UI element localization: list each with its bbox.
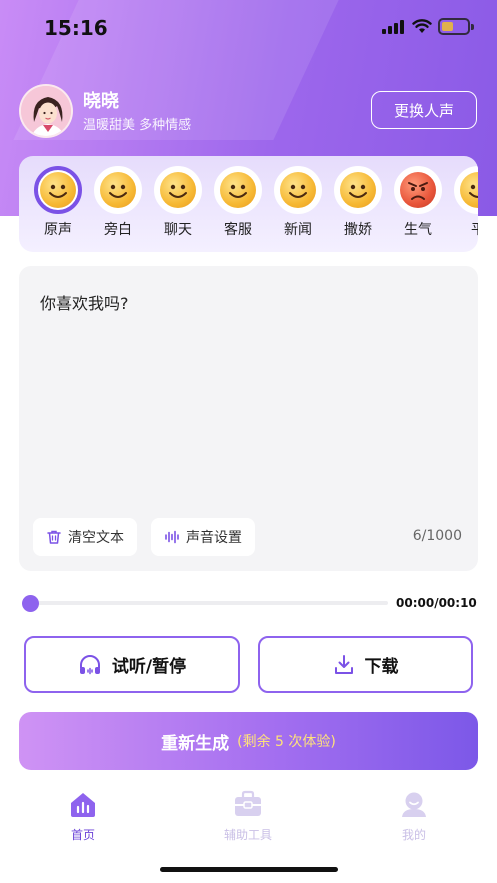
smiley-face-icon [160, 172, 196, 208]
tab-home[interactable]: 首页 [43, 790, 123, 843]
slider-track[interactable] [30, 601, 388, 605]
regenerate-button[interactable]: 重新生成 (剩余 5 次体验) [19, 712, 478, 770]
clear-text-label: 清空文本 [68, 530, 124, 546]
remaining-count: (剩余 5 次体验) [237, 734, 336, 750]
emotion-label: 生气 [404, 222, 432, 238]
home-indicator [160, 867, 338, 872]
headphones-icon [79, 654, 100, 674]
emotion-item-chat[interactable]: 聊天 [153, 166, 203, 239]
voice-description: 温暖甜美 多种情感 [83, 118, 192, 133]
smiley-face-icon [460, 172, 478, 208]
battery-icon [438, 18, 474, 35]
download-icon [334, 654, 353, 674]
profile-icon [402, 792, 426, 817]
emotion-selector: 原声 旁白 聊天 客服 新闻 撒娇 生气 [19, 156, 478, 252]
emotion-label: 原声 [44, 222, 72, 238]
emotion-label: 新闻 [284, 222, 312, 238]
emotion-item-news[interactable]: 新闻 [273, 166, 323, 239]
emotion-item-narration[interactable]: 旁白 [93, 166, 143, 239]
smiley-face-icon [340, 172, 376, 208]
emotion-label: 客服 [224, 222, 252, 238]
emotion-item-coquettish[interactable]: 撒娇 [333, 166, 383, 239]
status-bar: 15:16 [0, 0, 497, 54]
home-chart-icon [71, 793, 95, 817]
smiley-face-icon [100, 172, 136, 208]
trash-icon [47, 530, 61, 544]
preview-pause-label: 试听/暂停 [111, 657, 187, 677]
tab-label: 我的 [401, 828, 426, 842]
voice-name: 晓晓 [83, 91, 119, 112]
emotion-item-original[interactable]: 原声 [33, 166, 83, 239]
angry-face-icon [400, 172, 436, 208]
clear-text-button[interactable]: 清空文本 [33, 518, 137, 556]
tab-label: 首页 [70, 828, 95, 842]
emotion-item-service[interactable]: 客服 [213, 166, 263, 239]
smiley-face-icon [280, 172, 316, 208]
download-button[interactable]: 下载 [258, 636, 473, 693]
emotion-label: 平 [453, 219, 478, 239]
input-text[interactable]: 你喜欢我吗? [40, 290, 129, 314]
download-label: 下载 [364, 657, 399, 677]
toolbox-icon [235, 790, 261, 816]
smiley-face-icon [220, 172, 256, 208]
signal-icon [382, 20, 406, 34]
sound-settings-label: 声音设置 [186, 530, 242, 546]
voice-avatar[interactable] [19, 84, 73, 138]
emotion-label: 撒娇 [344, 222, 372, 238]
text-input-area[interactable]: 你喜欢我吗? 清空文本 声音设置 6/1000 [19, 266, 478, 571]
tab-profile[interactable]: 我的 [374, 790, 454, 843]
sound-settings-button[interactable]: 声音设置 [151, 518, 255, 556]
playback-slider[interactable] [22, 595, 388, 612]
playback-time: 00:00/00:10 [396, 596, 477, 610]
change-voice-button[interactable]: 更换人声 [371, 91, 477, 129]
smiley-face-icon [40, 172, 76, 208]
status-time: 15:16 [44, 16, 108, 40]
slider-thumb[interactable] [22, 595, 39, 612]
regenerate-label: 重新生成 [161, 733, 230, 754]
emotion-item-calm[interactable]: 平 [453, 166, 478, 239]
emotion-label: 旁白 [104, 222, 132, 238]
emotion-label: 聊天 [164, 222, 192, 238]
preview-pause-button[interactable]: 试听/暂停 [24, 636, 240, 693]
tab-tools[interactable]: 辅助工具 [208, 790, 288, 843]
waveform-icon [165, 530, 179, 544]
wifi-icon [412, 19, 432, 33]
tab-label: 辅助工具 [223, 828, 272, 842]
character-count: 6/1000 [412, 528, 462, 544]
emotion-item-angry[interactable]: 生气 [393, 166, 443, 239]
